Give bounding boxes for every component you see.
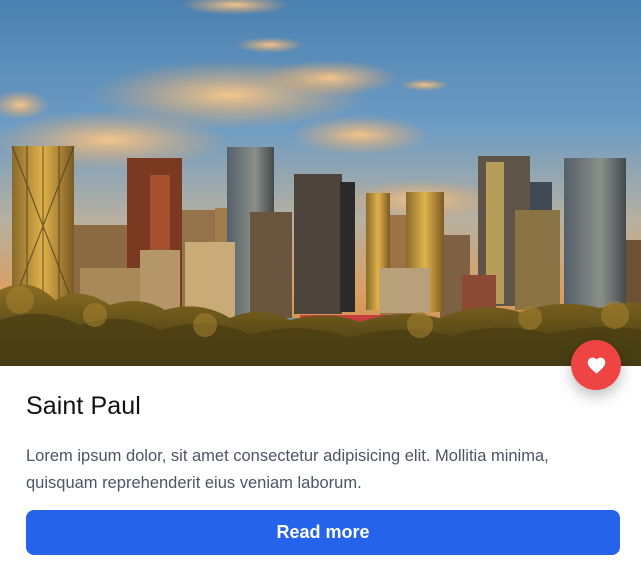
read-more-button[interactable]: Read more <box>26 510 620 555</box>
heart-icon <box>587 357 605 374</box>
card-title: Saint Paul <box>26 392 141 420</box>
favorite-button[interactable] <box>571 340 621 390</box>
city-card: Saint Paul Lorem ipsum dolor, sit amet c… <box>0 0 641 577</box>
city-skyline-image <box>0 0 641 366</box>
card-description: Lorem ipsum dolor, sit amet consectetur … <box>26 447 549 492</box>
